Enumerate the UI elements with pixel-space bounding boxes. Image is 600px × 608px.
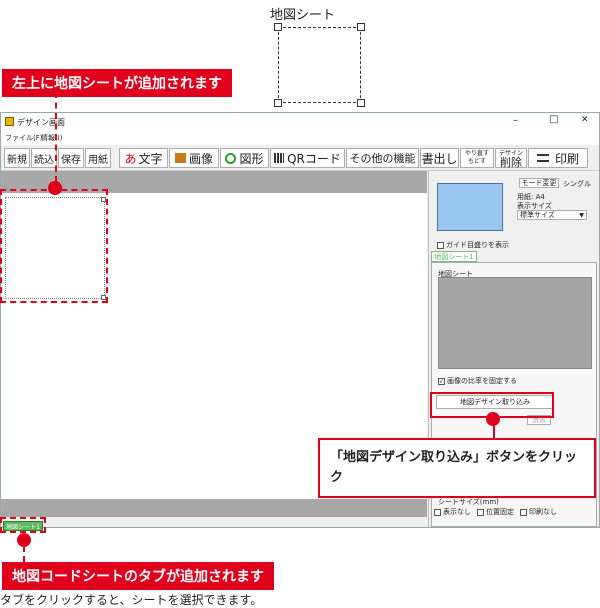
delete-button[interactable]: デザイン 削除 <box>495 148 527 168</box>
mode-value: シングル <box>563 180 591 188</box>
lock-option[interactable]: 位置固定 <box>477 507 514 517</box>
qr-button[interactable]: QRコード <box>270 148 345 168</box>
display-size-value: 標準サイズ <box>520 211 555 219</box>
text-button[interactable]: あ 文字 <box>119 148 168 168</box>
qr-label: QRコード <box>287 151 341 166</box>
highlight-map-sheet <box>0 189 108 303</box>
fix-ratio-checkbox[interactable]: ✓ <box>438 377 445 385</box>
illustration-title: 地図シート <box>270 8 336 23</box>
guide-checkbox[interactable] <box>437 241 444 249</box>
menu-file[interactable]: ファイル(F) <box>5 133 43 143</box>
hide-label: 表示なし <box>443 508 471 516</box>
resize-handle <box>274 23 282 31</box>
image-label: 画像 <box>188 151 213 166</box>
text-label: 文字 <box>138 151 163 166</box>
sheet-size-label: シートサイズ(mm) <box>438 498 499 506</box>
menu-info[interactable]: 情報(I) <box>41 133 63 143</box>
menu-bar: ファイル(F) 情報(I) <box>1 131 599 145</box>
marker-dot <box>486 412 500 426</box>
paper-button[interactable]: 用紙 <box>85 148 111 168</box>
qr-icon <box>274 153 285 163</box>
canvas-margin-bottom <box>1 499 427 517</box>
map-image-area <box>438 277 592 369</box>
lock-checkbox[interactable] <box>477 508 484 516</box>
title-bar: デザイン画面 – □ ✕ <box>1 113 599 131</box>
toolbar: 新規 読込 保存 用紙 あ 文字 画像 図形 QRコード その他の機能 書出し … <box>1 145 599 171</box>
open-button[interactable]: 読込 <box>31 148 57 168</box>
delete-label: 削除 <box>500 156 522 169</box>
connector-line <box>55 92 57 182</box>
callout-tab-added: 地図コードシートのタブが追加されます <box>2 562 274 590</box>
guide-checkbox-label: ガイド目盛りを表示 <box>446 241 509 249</box>
shape-label: 図形 <box>239 151 264 166</box>
maximize-button[interactable]: □ <box>549 114 558 125</box>
resize-handle <box>357 23 365 31</box>
image-button[interactable]: 画像 <box>169 148 219 168</box>
text-icon: あ <box>124 151 137 166</box>
footer-note: タブをクリックすると、シートを選択できます。 <box>0 593 263 607</box>
mode-change-button[interactable]: モード変更 <box>519 178 559 188</box>
print-icon <box>536 154 549 162</box>
marker-dot <box>48 181 62 195</box>
print-label: 印刷 <box>554 151 579 166</box>
callout-top-left: 左上に地図シートが追加されます <box>2 69 232 97</box>
sheet-options-row: 表示なし 位置固定 印刷なし <box>434 507 557 517</box>
undo-label: やり直す <box>464 150 489 157</box>
save-button[interactable]: 保存 <box>58 148 84 168</box>
window-title: デザイン画面 <box>17 118 65 127</box>
page-preview <box>437 183 503 231</box>
callout-import-button: 「地図デザイン取り込み」ボタンをクリック <box>318 438 596 498</box>
no-print-option[interactable]: 印刷なし <box>520 507 557 517</box>
app-icon <box>5 117 14 126</box>
print-button[interactable]: 印刷 <box>528 148 588 168</box>
panel-tab-map-sheet[interactable]: 地図シート1 <box>431 251 477 262</box>
hide-option[interactable]: 表示なし <box>434 507 471 517</box>
guide-checkbox-row[interactable]: ガイド目盛りを表示 <box>437 240 509 250</box>
fix-ratio-row[interactable]: ✓ 画像の比率を固定する <box>438 376 517 386</box>
circle-icon <box>225 152 237 164</box>
fix-ratio-label: 画像の比率を固定する <box>447 377 517 385</box>
minimize-button[interactable]: – <box>513 115 518 126</box>
resize-handle <box>357 99 365 107</box>
other-functions-button[interactable]: その他の機能 <box>346 148 419 168</box>
shape-button[interactable]: 図形 <box>220 148 269 168</box>
marker-dot <box>17 533 31 547</box>
close-button[interactable]: ✕ <box>581 115 589 125</box>
new-button[interactable]: 新規 <box>4 148 30 168</box>
redo-label: もどす <box>468 158 486 165</box>
hide-checkbox[interactable] <box>434 508 441 516</box>
connector-line <box>23 546 25 562</box>
resize-handle <box>274 99 282 107</box>
no-print-label: 印刷なし <box>529 508 557 516</box>
export-button[interactable]: 書出し <box>420 148 459 168</box>
map-sheet-illustration <box>278 27 361 103</box>
undo-redo-button[interactable]: やり直す もどす <box>460 148 494 168</box>
lock-label: 位置固定 <box>486 508 514 516</box>
no-print-checkbox[interactable] <box>520 508 527 516</box>
display-size-select[interactable]: 標準サイズ ▼ <box>517 210 587 220</box>
highlight-tab <box>0 517 46 533</box>
chevron-down-icon: ▼ <box>579 211 584 219</box>
connector-line <box>493 426 495 438</box>
image-icon <box>174 153 186 163</box>
